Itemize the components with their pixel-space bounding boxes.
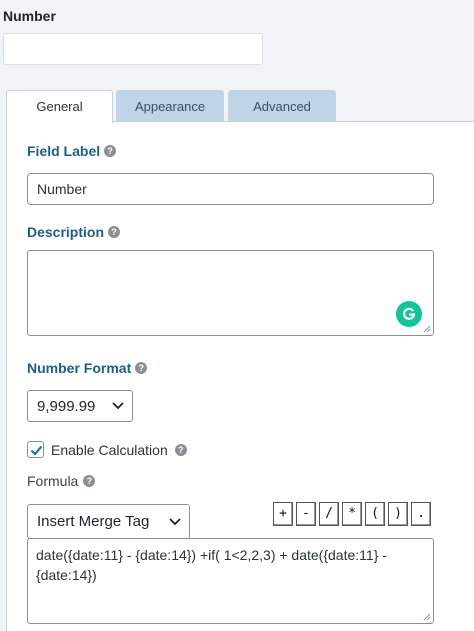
number-format-heading-text: Number Format — [27, 360, 132, 376]
grammarly-icon[interactable] — [396, 301, 422, 327]
field-label-heading-text: Field Label — [27, 143, 101, 159]
chevron-down-icon — [169, 518, 181, 526]
description-textarea[interactable] — [27, 250, 434, 336]
operator-buttons: + - / * ( ) . — [273, 502, 434, 528]
field-label-input[interactable]: Number — [27, 173, 434, 205]
number-format-select[interactable]: 9,999.99 — [27, 390, 133, 422]
number-format-value: 9,999.99 — [37, 397, 96, 415]
field-title: Number — [3, 8, 56, 24]
formula-heading: Formula ? — [27, 473, 96, 489]
help-icon[interactable]: ? — [174, 443, 187, 456]
enable-calculation-row: Enable Calculation ? — [27, 441, 187, 458]
operator-dot-button[interactable]: . — [411, 502, 431, 526]
operator-open-paren-button[interactable]: ( — [365, 502, 385, 526]
operator-minus-button[interactable]: - — [296, 502, 316, 526]
tab-advanced[interactable]: Advanced — [228, 90, 336, 122]
field-title-input[interactable] — [3, 33, 263, 65]
enable-calculation-checkbox[interactable] — [27, 441, 44, 458]
help-icon[interactable]: ? — [135, 362, 148, 374]
help-icon[interactable]: ? — [83, 475, 96, 487]
help-icon[interactable]: ? — [108, 226, 121, 238]
description-heading-text: Description — [27, 224, 105, 240]
merge-tag-value: Insert Merge Tag — [37, 513, 150, 530]
help-icon[interactable]: ? — [104, 145, 117, 157]
formula-value: date({date:11} - {date:14}) +if( 1<2,2,3… — [36, 547, 387, 583]
operator-multiply-button[interactable]: * — [342, 502, 362, 526]
description-heading: Description ? — [27, 224, 121, 240]
tab-general[interactable]: General — [6, 90, 113, 123]
operator-close-paren-button[interactable]: ) — [388, 502, 408, 526]
tab-appearance[interactable]: Appearance — [116, 90, 224, 122]
number-format-heading: Number Format ? — [27, 360, 148, 376]
insert-merge-tag-select[interactable]: Insert Merge Tag — [27, 504, 190, 539]
resize-handle-icon[interactable] — [423, 613, 431, 621]
operator-divide-button[interactable]: / — [319, 502, 339, 526]
operator-plus-button[interactable]: + — [273, 502, 293, 526]
checkmark-icon — [30, 445, 43, 456]
formula-textarea[interactable]: date({date:11} - {date:14}) +if( 1<2,2,3… — [27, 538, 434, 624]
enable-calculation-label: Enable Calculation — [51, 441, 168, 458]
field-label-heading: Field Label ? — [27, 143, 117, 159]
resize-handle-icon[interactable] — [423, 325, 431, 333]
chevron-down-icon — [112, 402, 124, 410]
formula-heading-text: Formula — [27, 473, 79, 489]
